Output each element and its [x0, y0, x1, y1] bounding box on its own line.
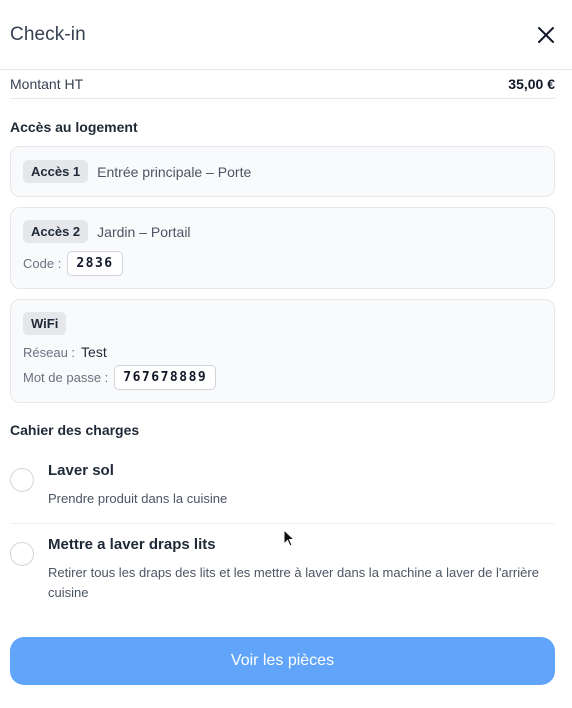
- task-title: Laver sol: [48, 462, 114, 479]
- access-description: Jardin – Portail: [97, 223, 191, 240]
- network-label: Réseau :: [23, 344, 76, 360]
- wifi-chip: WiFi: [23, 312, 67, 335]
- modal-header: Check-in: [0, 0, 572, 70]
- access-card-2: Accès 2 Jardin – Portail Code : 2836: [10, 207, 555, 289]
- task-checkbox[interactable]: [10, 542, 34, 566]
- task-description: Prendre produit dans la cuisine: [48, 491, 228, 506]
- password-label: Mot de passe :: [23, 370, 109, 385]
- task-title: Mettre a laver draps lits: [48, 536, 216, 553]
- network-value: Test: [81, 344, 107, 360]
- access-chip: Accès 2: [23, 220, 89, 243]
- task-item: Laver sol Prendre produit dans la cuisin…: [10, 450, 555, 523]
- access-chip: Accès 1: [23, 160, 89, 183]
- charges-section-title: Cahier des charges: [10, 422, 140, 438]
- view-rooms-button[interactable]: Voir les pièces: [10, 637, 555, 685]
- amount-label: Montant HT: [10, 76, 84, 92]
- access-description: Entrée principale – Porte: [97, 163, 252, 180]
- wifi-password: 767678889: [114, 365, 217, 390]
- amount-value: 35,00 €: [508, 76, 555, 92]
- code-label: Code :: [23, 256, 62, 271]
- access-section-title: Accès au logement: [10, 119, 138, 135]
- task-checkbox[interactable]: [10, 468, 34, 492]
- access-code: 2836: [67, 251, 123, 276]
- modal-title: Check-in: [10, 23, 86, 45]
- access-card-1: Accès 1 Entrée principale – Porte: [10, 146, 555, 197]
- wifi-card: WiFi Réseau : Test Mot de passe : 767678…: [10, 299, 555, 403]
- close-button[interactable]: [532, 21, 560, 49]
- task-description: Retirer tous les draps des lits et les m…: [48, 565, 539, 600]
- amount-row: Montant HT 35,00 €: [10, 70, 555, 99]
- close-icon: [538, 26, 554, 43]
- mouse-cursor-icon: [283, 529, 295, 547]
